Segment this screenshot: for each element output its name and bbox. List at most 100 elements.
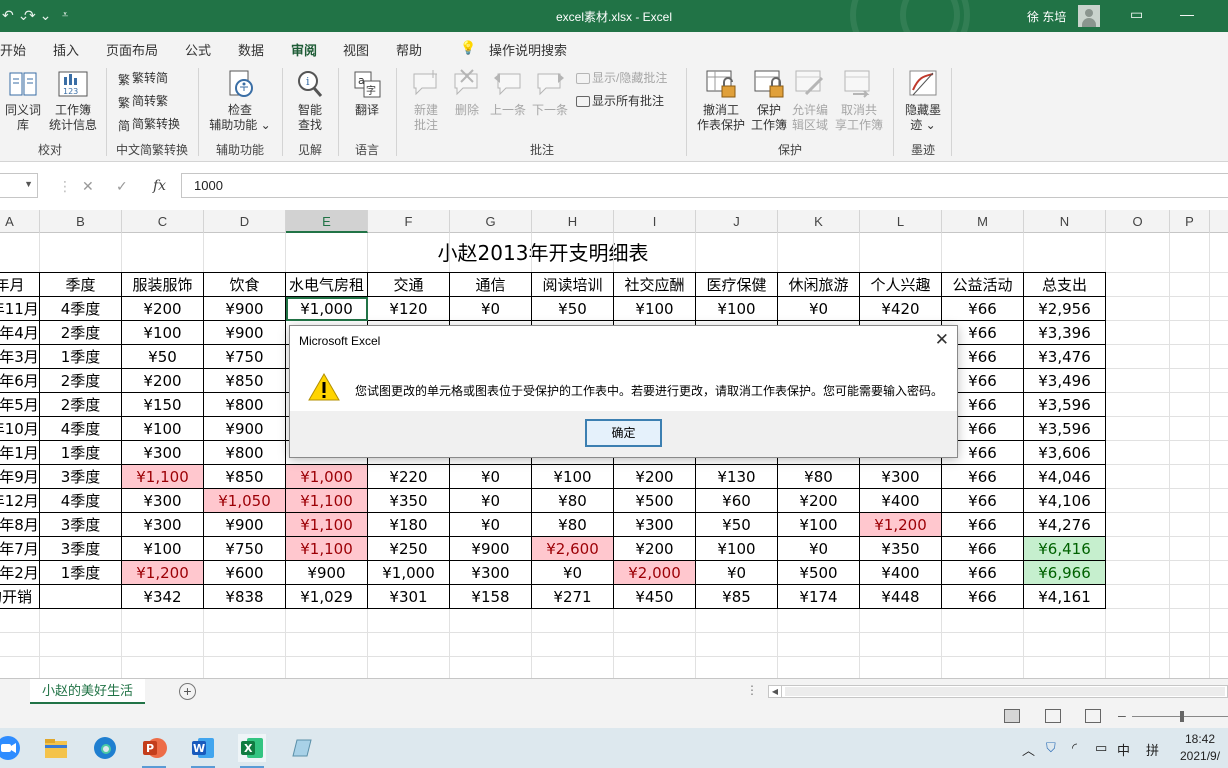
unshare-workbook-button[interactable]: 取消共 享工作簿 — [832, 68, 886, 133]
wifi-icon[interactable]: ◜ — [1072, 740, 1077, 756]
header-cell[interactable]: 季度 — [40, 273, 122, 297]
allow-edit-ranges-button[interactable]: 允许编 辑区域 — [790, 68, 830, 133]
table-cell[interactable]: ¥220 — [368, 465, 450, 489]
table-cell[interactable]: ¥0 — [450, 513, 532, 537]
tab-page-layout[interactable]: 页面布局 — [106, 40, 158, 59]
tab-home[interactable]: 开始 — [0, 40, 26, 59]
table-cell[interactable]: ¥130 — [696, 465, 778, 489]
column-header-p[interactable]: P — [1170, 210, 1210, 233]
table-cell[interactable]: ¥1,200 — [122, 561, 204, 585]
table-cell[interactable]: ¥3,476 — [1024, 345, 1106, 369]
thesaurus-button[interactable]: 同义词库 — [0, 68, 46, 133]
clock[interactable]: 18:42 2021/9/ — [1180, 731, 1220, 765]
table-cell[interactable]: ¥174 — [778, 585, 860, 609]
column-header-m[interactable]: M — [942, 210, 1024, 233]
table-cell[interactable]: ¥66 — [942, 297, 1024, 321]
column-header-d[interactable]: D — [204, 210, 286, 233]
table-cell[interactable]: 13年7月 — [0, 537, 40, 561]
table-cell[interactable]: ¥66 — [942, 561, 1024, 585]
table-cell[interactable]: 2季度 — [40, 393, 122, 417]
table-cell[interactable]: 4季度 — [40, 417, 122, 441]
table-cell[interactable]: ¥3,496 — [1024, 369, 1106, 393]
table-cell[interactable]: ¥180 — [368, 513, 450, 537]
table-cell[interactable]: 13年5月 — [0, 393, 40, 417]
table-cell[interactable]: ¥200 — [614, 465, 696, 489]
table-cell[interactable]: 13年6月 — [0, 369, 40, 393]
next-comment-button[interactable]: 下一条 — [530, 68, 570, 118]
table-cell[interactable]: ¥100 — [696, 537, 778, 561]
table-cell[interactable]: ¥900 — [286, 561, 368, 585]
table-cell[interactable]: ¥0 — [696, 561, 778, 585]
header-cell[interactable]: 饮食 — [204, 273, 286, 297]
table-cell[interactable]: ¥301 — [368, 585, 450, 609]
table-cell[interactable]: ¥3,596 — [1024, 393, 1106, 417]
convert-button[interactable]: 简简繁转换 — [118, 114, 180, 134]
table-cell[interactable]: ¥85 — [696, 585, 778, 609]
battery-icon[interactable]: ▭ — [1095, 740, 1107, 756]
table-cell[interactable]: ¥0 — [450, 489, 532, 513]
table-cell[interactable]: ¥420 — [860, 297, 942, 321]
meeting-app-icon[interactable] — [0, 734, 22, 762]
new-comment-button[interactable]: 新建 批注 — [408, 68, 444, 133]
minimize-icon[interactable]: — — [1180, 6, 1194, 22]
table-cell[interactable]: 均开销 — [0, 585, 40, 609]
column-header-h[interactable]: H — [532, 210, 614, 233]
tell-me-search[interactable]: 操作说明搜索 — [489, 40, 567, 59]
table-cell[interactable]: ¥3,396 — [1024, 321, 1106, 345]
table-cell[interactable]: ¥66 — [942, 465, 1024, 489]
table-cell[interactable]: 1季度 — [40, 441, 122, 465]
table-cell[interactable] — [40, 585, 122, 609]
column-header-c[interactable]: C — [122, 210, 204, 233]
table-cell[interactable]: ¥900 — [204, 297, 286, 321]
table-cell[interactable]: ¥1,000 — [368, 561, 450, 585]
table-cell[interactable]: ¥66 — [942, 513, 1024, 537]
show-all-comments-button[interactable]: 显示所有批注 — [576, 91, 664, 111]
translate-button[interactable]: a字 翻译 — [348, 68, 386, 118]
table-cell[interactable]: ¥350 — [368, 489, 450, 513]
table-cell[interactable]: ¥200 — [614, 537, 696, 561]
table-cell[interactable]: ¥1,100 — [286, 513, 368, 537]
table-cell[interactable]: ¥66 — [942, 537, 1024, 561]
table-cell[interactable]: ¥250 — [368, 537, 450, 561]
header-cell[interactable]: 水电气房租 — [286, 273, 368, 297]
tab-view[interactable]: 视图 — [343, 40, 369, 59]
table-cell[interactable]: ¥80 — [532, 513, 614, 537]
table-cell[interactable]: ¥200 — [778, 489, 860, 513]
header-cell[interactable]: 年月 — [0, 273, 40, 297]
table-cell[interactable]: ¥342 — [122, 585, 204, 609]
normal-view-icon[interactable] — [1004, 709, 1020, 723]
header-cell[interactable]: 医疗保健 — [696, 273, 778, 297]
insert-function-icon[interactable]: fx — [153, 178, 166, 194]
table-cell[interactable]: ¥100 — [122, 321, 204, 345]
table-cell[interactable]: ¥100 — [122, 537, 204, 561]
header-cell[interactable]: 交通 — [368, 273, 450, 297]
table-cell[interactable]: ¥2,956 — [1024, 297, 1106, 321]
powerpoint-icon[interactable]: P — [140, 734, 168, 768]
tab-data[interactable]: 数据 — [238, 40, 264, 59]
check-accessibility-button[interactable]: 检查 辅助功能 ⌄ — [208, 68, 272, 133]
column-header-j[interactable]: J — [696, 210, 778, 233]
table-cell[interactable]: ¥4,276 — [1024, 513, 1106, 537]
table-cell[interactable]: ¥1,000 — [286, 297, 368, 321]
table-cell[interactable]: ¥6,966 — [1024, 561, 1106, 585]
table-cell[interactable]: 3年10月 — [0, 417, 40, 441]
hide-ink-button[interactable]: 隐藏墨 迹 ⌄ — [901, 68, 945, 133]
page-layout-view-icon[interactable] — [1045, 709, 1061, 723]
table-cell[interactable]: 2季度 — [40, 321, 122, 345]
tab-insert[interactable]: 插入 — [53, 40, 79, 59]
table-cell[interactable]: ¥300 — [122, 441, 204, 465]
ime-layout[interactable]: 拼 — [1146, 740, 1159, 759]
table-cell[interactable]: ¥800 — [204, 441, 286, 465]
header-cell[interactable]: 个人兴趣 — [860, 273, 942, 297]
table-cell[interactable]: 3季度 — [40, 465, 122, 489]
table-cell[interactable]: ¥3,596 — [1024, 417, 1106, 441]
column-header-b[interactable]: B — [40, 210, 122, 233]
table-cell[interactable]: 3年12月 — [0, 489, 40, 513]
column-header-g[interactable]: G — [450, 210, 532, 233]
table-cell[interactable]: ¥66 — [942, 489, 1024, 513]
table-cell[interactable]: ¥838 — [204, 585, 286, 609]
table-cell[interactable]: ¥4,106 — [1024, 489, 1106, 513]
security-shield-icon[interactable]: ⛉ — [1046, 740, 1056, 756]
snipping-tool-icon[interactable] — [287, 734, 315, 762]
page-break-view-icon[interactable] — [1085, 709, 1101, 723]
